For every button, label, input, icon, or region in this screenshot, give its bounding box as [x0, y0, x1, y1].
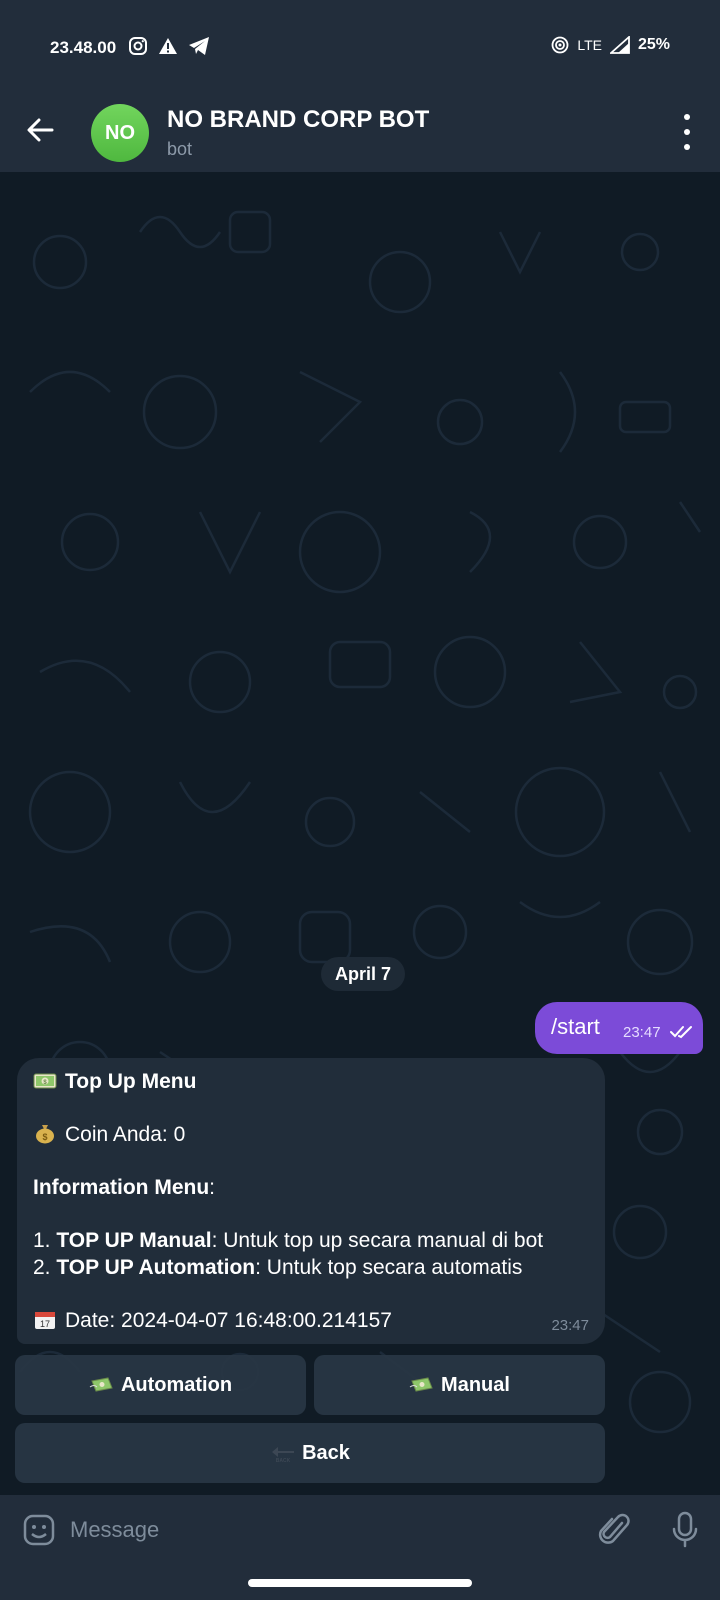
message-composer: Message	[0, 1495, 720, 1567]
manual-label: Manual	[441, 1373, 510, 1396]
sticker-emoji-icon[interactable]	[22, 1513, 56, 1547]
message-title: Top Up Menu	[65, 1070, 197, 1093]
more-options-button[interactable]	[672, 114, 702, 150]
chat-area: April 7 /start 23:47 $ Top Up Menu $ Coin …	[0, 172, 720, 1495]
telegram-icon	[189, 37, 209, 55]
double-check-icon	[670, 1026, 692, 1039]
hotspot-icon	[551, 36, 569, 54]
menu-item-automation: 2. TOP UP Automation: Untuk top secara a…	[33, 1256, 523, 1279]
outgoing-message-time: 23:47	[623, 1024, 661, 1041]
status-time: 23.48.00	[50, 38, 117, 57]
microphone-icon[interactable]	[670, 1511, 700, 1549]
home-indicator[interactable]	[248, 1579, 472, 1587]
system-navigation-bar	[0, 1567, 720, 1600]
signal-icon	[609, 36, 630, 54]
svg-text:17: 17	[40, 1319, 50, 1329]
back-label: Back	[302, 1441, 350, 1464]
back-button[interactable]: BACK Back	[15, 1423, 605, 1483]
automation-label: Automation	[120, 1373, 233, 1396]
svg-text:BACK: BACK	[276, 1458, 291, 1463]
message-date: Date: 2024-04-07 16:48:00.214157	[65, 1309, 392, 1332]
menu-item-manual: 1. TOP UP Manual: Untuk top up secara ma…	[33, 1229, 544, 1252]
chat-title[interactable]: NO BRAND CORP BOT	[167, 106, 429, 134]
manual-button[interactable]: Manual	[314, 1355, 605, 1415]
flying-money-icon	[89, 1377, 113, 1392]
warning-icon	[159, 38, 177, 54]
money-bag-icon: $	[36, 1125, 54, 1144]
instagram-icon	[129, 37, 147, 55]
avatar[interactable]: NO	[91, 104, 149, 162]
message-input[interactable]: Message	[70, 1517, 159, 1543]
incoming-message[interactable]: $ Top Up Menu $ Coin Anda: 0 Information M…	[17, 1058, 605, 1344]
coin-balance: Coin Anda: 0	[65, 1123, 186, 1146]
svg-text:$: $	[42, 1132, 47, 1142]
back-arrow-icon	[27, 118, 54, 142]
automation-button[interactable]: Automation	[15, 1355, 306, 1415]
paperclip-icon[interactable]	[598, 1511, 632, 1549]
chat-subtitle: bot	[167, 139, 193, 159]
date-separator: April 7	[321, 957, 406, 991]
status-bar: 23.48.00 LTE 25%	[0, 0, 720, 92]
outgoing-message[interactable]: /start 23:47	[535, 1002, 703, 1054]
back-arrow-emoji-icon: BACK	[272, 1447, 295, 1463]
chat-header: NO NO BRAND CORP BOT bot	[0, 92, 720, 172]
back-arrow-button[interactable]	[20, 110, 60, 150]
flying-money-icon	[409, 1377, 433, 1392]
outgoing-message-text: /start	[551, 1014, 600, 1039]
avatar-initials: NO	[105, 121, 135, 144]
info-menu-heading: Information Menu	[33, 1176, 210, 1199]
calendar-icon: 17	[35, 1312, 55, 1329]
money-banknote-icon: $	[33, 1073, 57, 1089]
incoming-message-time: 23:47	[551, 1317, 589, 1334]
network-type: LTE	[577, 37, 602, 53]
battery-percent: 25%	[637, 36, 670, 53]
